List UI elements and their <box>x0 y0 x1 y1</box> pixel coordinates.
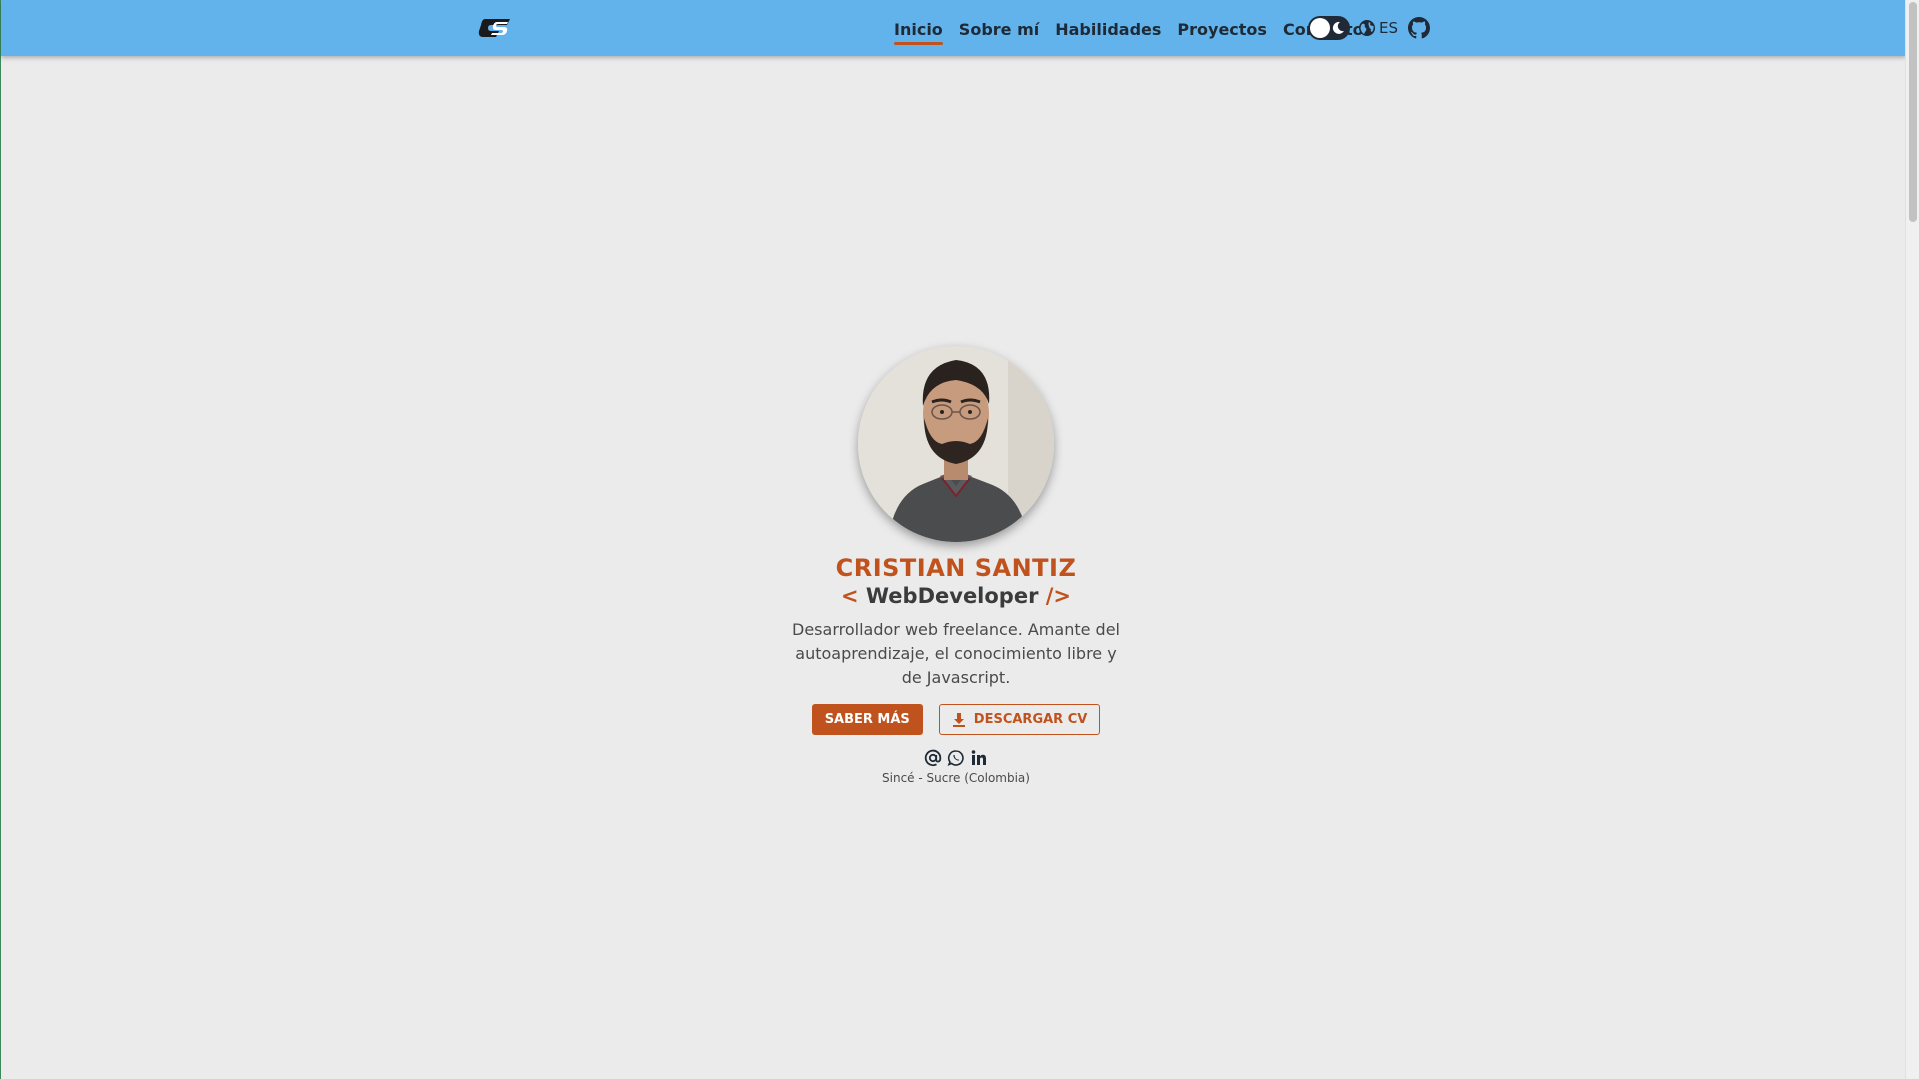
download-cv-label: DESCARGAR CV <box>973 712 1088 727</box>
github-icon[interactable] <box>1408 17 1430 39</box>
download-cv-button[interactable]: DESCARGAR CV <box>938 704 1101 735</box>
nav-link-sobre-mi[interactable]: Sobre mí <box>959 18 1039 39</box>
theme-toggle[interactable] <box>1308 16 1350 40</box>
location-text: Sincé - Sucre (Colombia) <box>882 771 1030 785</box>
linkedin-icon[interactable] <box>969 748 989 768</box>
moon-icon <box>1332 21 1344 34</box>
language-label: ES <box>1379 19 1398 37</box>
avatar <box>858 346 1054 542</box>
download-icon <box>952 712 965 727</box>
hero-buttons: SABER MÁS DESCARGAR CV <box>811 704 1101 735</box>
saber-mas-button[interactable]: SABER MÁS <box>811 704 923 735</box>
whatsapp-icon[interactable] <box>946 748 966 768</box>
cs-logo-icon[interactable] <box>477 16 513 40</box>
language-selector[interactable]: ES <box>1358 17 1398 39</box>
navbar: Inicio Sobre mí Habilidades Proyectos Co… <box>1 0 1906 56</box>
nav-link-proyectos[interactable]: Proyectos <box>1177 18 1267 39</box>
social-links <box>923 748 989 768</box>
profile-role: < WebDeveloper /> <box>841 584 1071 608</box>
toggle-knob <box>1310 18 1330 38</box>
main-nav: Inicio Sobre mí Habilidades Proyectos Co… <box>894 0 1380 56</box>
nav-link-habilidades[interactable]: Habilidades <box>1055 18 1161 39</box>
scrollbar[interactable] <box>1905 0 1919 1079</box>
profile-name: CRISTIAN SANTIZ <box>835 554 1077 582</box>
role-bracket-close: /> <box>1045 584 1072 608</box>
at-icon[interactable] <box>923 748 943 768</box>
profile-photo <box>858 346 1054 542</box>
role-text: WebDeveloper <box>865 584 1039 608</box>
nav-link-inicio[interactable]: Inicio <box>894 18 943 45</box>
role-bracket-open: < <box>840 584 859 608</box>
globe-icon <box>1359 20 1375 36</box>
hero-section: CRISTIAN SANTIZ < WebDeveloper /> Desarr… <box>781 346 1131 785</box>
page: Inicio Sobre mí Habilidades Proyectos Co… <box>0 0 1919 1079</box>
scrollbar-thumb[interactable] <box>1909 2 1917 222</box>
profile-description: Desarrollador web freelance. Amante del … <box>792 620 1120 687</box>
